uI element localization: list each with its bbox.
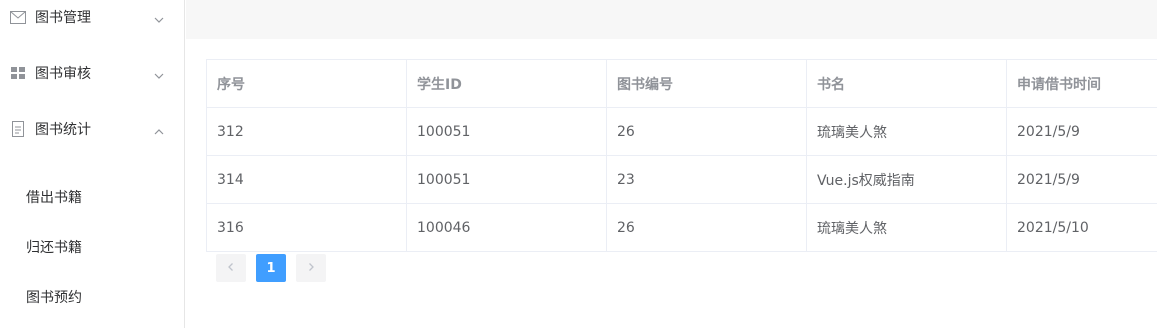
document-icon bbox=[10, 121, 26, 137]
table-row[interactable]: 314 100051 23 Vue.js权威指南 2021/5/9 bbox=[207, 156, 1157, 204]
table-row[interactable]: 316 100046 26 琉璃美人煞 2021/5/10 bbox=[207, 204, 1157, 252]
sidebar: 图书管理 图书审核 图书统计 借出书籍 归还书籍 图书预约 bbox=[0, 0, 185, 328]
chevron-left-icon bbox=[226, 261, 236, 276]
table-cell: 23 bbox=[607, 156, 807, 204]
table-header-row: 序号 学生ID 图书编号 书名 申请借书时间 bbox=[207, 60, 1157, 108]
table-cell: 100051 bbox=[407, 108, 607, 156]
table-cell: 100046 bbox=[407, 204, 607, 252]
table-cell: 312 bbox=[207, 108, 407, 156]
sub-item-label: 归还书籍 bbox=[26, 240, 82, 256]
menu-book-management[interactable]: 图书管理 bbox=[0, 0, 185, 45]
sidebar-item-book-reservation[interactable]: 图书预约 bbox=[0, 272, 185, 322]
prev-page-button[interactable] bbox=[216, 254, 246, 282]
table-cell: 314 bbox=[207, 156, 407, 204]
mail-icon bbox=[10, 9, 26, 25]
table-cell: 26 bbox=[607, 108, 807, 156]
sidebar-item-returned-books[interactable]: 归还书籍 bbox=[0, 222, 185, 272]
sidebar-item-borrowed-books[interactable]: 借出书籍 bbox=[0, 172, 185, 222]
header-bar bbox=[186, 0, 1157, 39]
chevron-up-icon bbox=[153, 123, 165, 135]
next-page-button[interactable] bbox=[296, 254, 326, 282]
column-header-book-title[interactable]: 书名 bbox=[807, 60, 1007, 108]
sub-item-label: 借出书籍 bbox=[26, 190, 82, 206]
table-cell: 2021/5/9 bbox=[1007, 156, 1157, 204]
table-cell: 2021/5/9 bbox=[1007, 108, 1157, 156]
table-cell: 316 bbox=[207, 204, 407, 252]
chevron-right-icon bbox=[306, 261, 316, 276]
menu-label: 图书统计 bbox=[35, 122, 91, 138]
table-cell: 2021/5/10 bbox=[1007, 204, 1157, 252]
pagination: 1 bbox=[216, 254, 336, 282]
table-cell: 26 bbox=[607, 204, 807, 252]
sub-item-label: 图书预约 bbox=[26, 290, 82, 306]
table-cell: 琉璃美人煞 bbox=[807, 204, 1007, 252]
column-header-student-id[interactable]: 学生ID bbox=[407, 60, 607, 108]
chevron-down-icon bbox=[153, 11, 165, 23]
grid-icon bbox=[10, 65, 26, 81]
column-header-index[interactable]: 序号 bbox=[207, 60, 407, 108]
menu-book-statistics[interactable]: 图书统计 bbox=[0, 101, 185, 157]
chevron-down-icon bbox=[153, 67, 165, 79]
table-row[interactable]: 312 100051 26 琉璃美人煞 2021/5/9 bbox=[207, 108, 1157, 156]
column-header-book-number[interactable]: 图书编号 bbox=[607, 60, 807, 108]
column-header-request-time[interactable]: 申请借书时间 bbox=[1007, 60, 1157, 108]
menu-book-review[interactable]: 图书审核 bbox=[0, 45, 185, 101]
borrow-table: 序号 学生ID 图书编号 书名 申请借书时间 312 100051 26 琉璃美… bbox=[206, 59, 1157, 252]
table-cell: 琉璃美人煞 bbox=[807, 108, 1007, 156]
table-cell: 100051 bbox=[407, 156, 607, 204]
menu-label: 图书管理 bbox=[35, 10, 91, 26]
page-button-1[interactable]: 1 bbox=[256, 254, 286, 282]
table-cell: Vue.js权威指南 bbox=[807, 156, 1007, 204]
menu-label: 图书审核 bbox=[35, 66, 91, 82]
